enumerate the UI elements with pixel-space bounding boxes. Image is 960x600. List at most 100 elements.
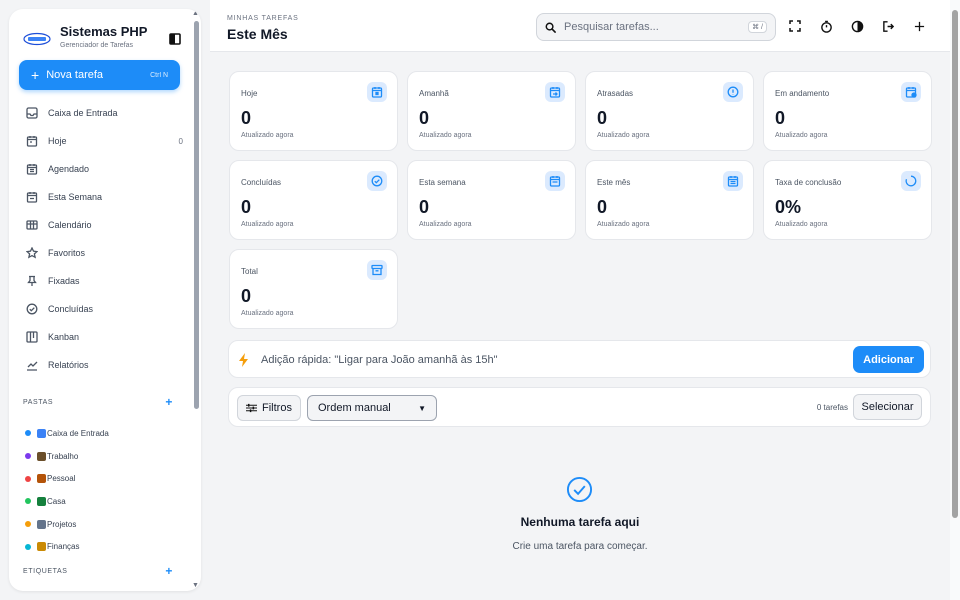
- search-box[interactable]: ⌘ /: [536, 13, 776, 41]
- folder-emoji-icon: [37, 496, 46, 506]
- sidebar-item-caixa-de-entrada[interactable]: Caixa de Entrada: [19, 99, 189, 127]
- sidebar-item-kanban[interactable]: Kanban: [19, 323, 189, 351]
- quick-add-bar: Adicionar: [228, 340, 931, 378]
- sidebar-item-label: Hoje: [48, 136, 67, 146]
- calendar-week-icon: [545, 171, 565, 191]
- sliders-icon: [246, 403, 258, 413]
- fullscreen-button[interactable]: [786, 17, 804, 35]
- folder-color-dot: [25, 430, 31, 437]
- sidebar-item-label: Relatórios: [48, 360, 89, 370]
- folder-item[interactable]: Finanças: [25, 535, 175, 558]
- pin-icon: [25, 274, 39, 288]
- sidebar-item-relatorios[interactable]: Relatórios: [19, 351, 189, 379]
- stat-card[interactable]: Este mês 0 Atualizado agora: [585, 160, 754, 240]
- tag-item-partial[interactable]: [25, 588, 85, 591]
- filters-label: Filtros: [262, 402, 292, 414]
- select-button[interactable]: Selecionar: [853, 394, 922, 420]
- stat-card[interactable]: Concluídas 0 Atualizado agora: [229, 160, 398, 240]
- page-title: Este Mês: [227, 26, 288, 42]
- quick-add-button[interactable]: Adicionar: [853, 346, 924, 373]
- folder-item[interactable]: Pessoal: [25, 467, 175, 490]
- stat-label: Concluídas: [241, 178, 282, 187]
- lightning-icon: [239, 353, 248, 367]
- stat-value: 0: [241, 286, 252, 306]
- folder-color-dot: [25, 543, 31, 550]
- stat-value: 0: [419, 108, 430, 128]
- plus-icon: [914, 21, 924, 31]
- stat-card[interactable]: Total 0 Atualizado agora: [229, 249, 398, 329]
- timer-button[interactable]: [817, 17, 835, 35]
- folder-item[interactable]: Casa: [25, 490, 175, 513]
- check-circle-icon: [25, 302, 39, 316]
- stat-value: 0%: [775, 197, 802, 217]
- search-input[interactable]: [564, 21, 749, 33]
- calendar-day-icon: [25, 134, 39, 148]
- star-icon: [25, 246, 39, 260]
- new-task-label: Nova tarefa: [46, 69, 104, 81]
- sort-order-select[interactable]: Ordem manual ▼: [307, 395, 437, 421]
- stat-updated: Atualizado agora: [241, 310, 294, 317]
- folder-emoji-icon: [37, 451, 46, 461]
- stat-card[interactable]: Esta semana 0 Atualizado agora: [407, 160, 576, 240]
- calendar-icon: [367, 82, 387, 102]
- sidebar-item-label: Concluídas: [48, 304, 94, 314]
- add-folder-button[interactable]: +: [165, 395, 173, 409]
- stat-label: Taxa de conclusão: [775, 178, 842, 187]
- calendar-clock-icon: [25, 162, 39, 176]
- sidebar-item-calendario[interactable]: Calendário: [19, 211, 189, 239]
- header-kicker: MINHAS TAREFAS: [227, 15, 299, 22]
- plus-icon: +: [31, 67, 40, 83]
- add-tag-button[interactable]: +: [165, 564, 173, 578]
- folder-label: Casa: [47, 496, 66, 506]
- stat-card[interactable]: Amanhã 0 Atualizado agora: [407, 71, 576, 151]
- folder-color-dot: [25, 498, 31, 505]
- quick-add-input[interactable]: [261, 350, 821, 370]
- logout-button[interactable]: [879, 17, 897, 35]
- sidebar-item-concluidas[interactable]: Concluídas: [19, 295, 189, 323]
- stat-label: Hoje: [241, 89, 258, 98]
- folder-color-dot: [25, 453, 31, 460]
- sidebar-toggle-icon[interactable]: [167, 31, 183, 47]
- folder-label: Projetos: [47, 519, 77, 529]
- sidebar-item-label: Caixa de Entrada: [48, 108, 118, 118]
- folder-label: Caixa de Entrada: [47, 428, 109, 438]
- folder-item[interactable]: Trabalho: [25, 445, 175, 468]
- check-icon: [367, 171, 387, 191]
- stat-label: Total: [241, 267, 258, 276]
- folder-item[interactable]: Caixa de Entrada: [25, 422, 175, 445]
- stat-updated: Atualizado agora: [775, 132, 828, 139]
- stat-card[interactable]: Taxa de conclusão 0% Atualizado agora: [763, 160, 932, 240]
- new-task-button[interactable]: + Nova tarefa Ctrl N: [19, 60, 180, 90]
- stat-updated: Atualizado agora: [597, 221, 650, 228]
- folder-label: Trabalho: [47, 451, 79, 461]
- folders-section-header: PASTAS +: [23, 395, 173, 409]
- sidebar-item-fixadas[interactable]: Fixadas: [19, 267, 189, 295]
- app-subtitle: Gerenciador de Tarefas: [60, 42, 134, 49]
- stat-updated: Atualizado agora: [241, 221, 294, 228]
- brand: Sistemas PHP Gerenciador de Tarefas: [23, 21, 183, 61]
- folder-label: Finanças: [47, 542, 80, 552]
- filters-button[interactable]: Filtros: [237, 395, 301, 421]
- add-button[interactable]: [910, 17, 928, 35]
- sidebar-item-esta-semana[interactable]: Esta Semana: [19, 183, 189, 211]
- stat-value: 0: [775, 108, 786, 128]
- sidebar-nav: Caixa de Entrada Hoje 0 Agendado Esta Semana…: [19, 99, 189, 379]
- folder-color-dot: [25, 521, 31, 528]
- sidebar-item-favoritos[interactable]: Favoritos: [19, 239, 189, 267]
- folder-item[interactable]: Projetos: [25, 513, 175, 536]
- folder-emoji-icon: [37, 428, 46, 438]
- page-scrollbar[interactable]: [950, 0, 960, 600]
- stat-card[interactable]: Atrasadas 0 Atualizado agora: [585, 71, 754, 151]
- stat-card[interactable]: Em andamento 0 Atualizado agora: [763, 71, 932, 151]
- calendar-arrow-icon: [545, 82, 565, 102]
- sidebar-item-hoje[interactable]: Hoje 0: [19, 127, 189, 155]
- sidebar-scrollbar[interactable]: ▲ ▼: [191, 9, 201, 591]
- empty-state-title: Nenhuma tarefa aqui: [520, 515, 640, 529]
- theme-toggle-button[interactable]: [848, 17, 866, 35]
- stat-updated: Atualizado agora: [419, 132, 472, 139]
- top-header: MINHAS TAREFAS Este Mês ⌘ /: [210, 0, 950, 52]
- stat-card[interactable]: Hoje 0 Atualizado agora: [229, 71, 398, 151]
- search-shortcut: ⌘ /: [748, 21, 767, 33]
- stat-label: Este mês: [597, 178, 631, 187]
- sidebar-item-agendado[interactable]: Agendado: [19, 155, 189, 183]
